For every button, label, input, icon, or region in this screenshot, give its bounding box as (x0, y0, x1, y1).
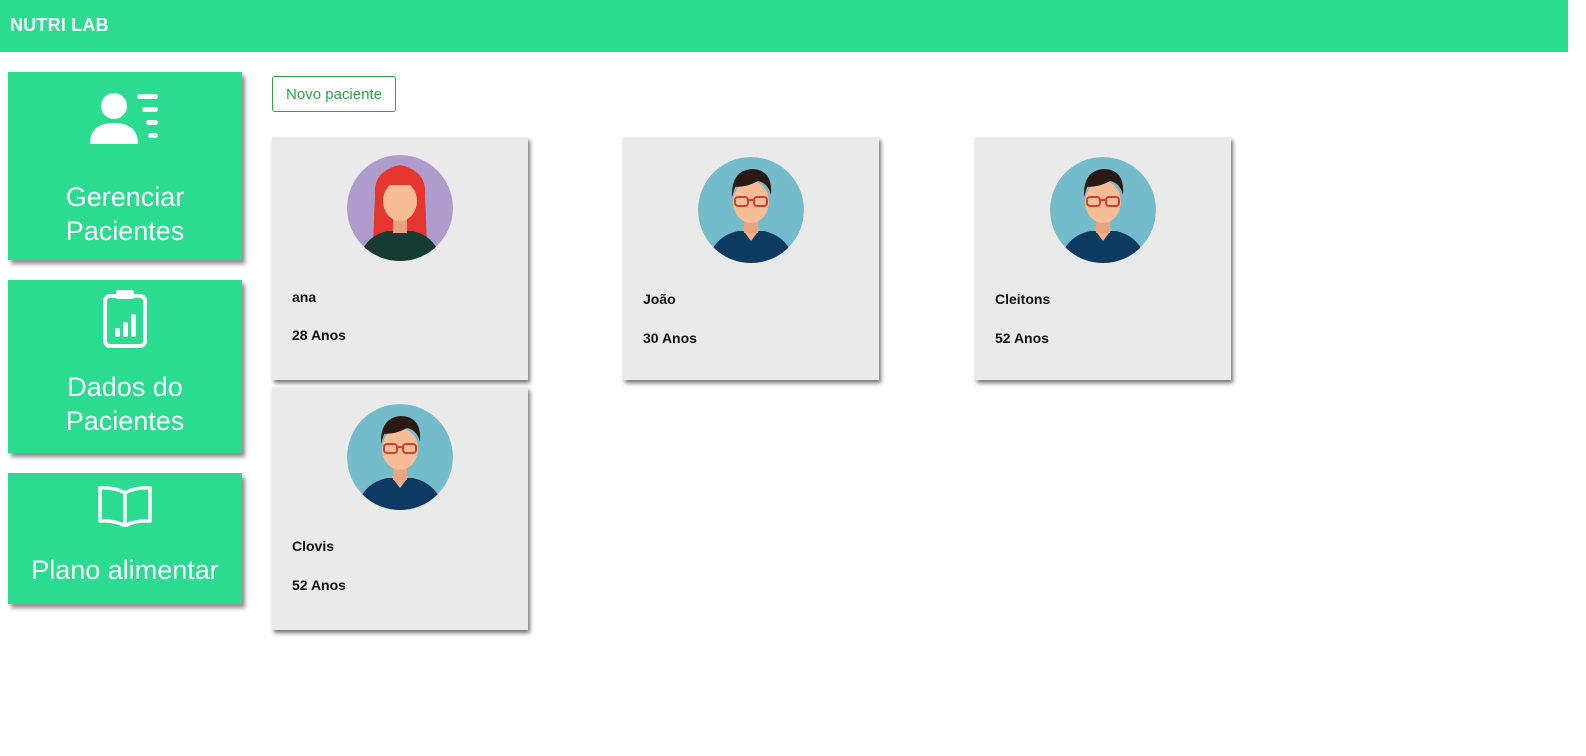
new-patient-button[interactable]: Novo paciente (272, 76, 396, 112)
patient-card[interactable]: ana 28 Anos (272, 137, 528, 380)
male-avatar-icon (347, 404, 453, 510)
brand-logo[interactable]: NUTRI LAB (10, 15, 109, 36)
patient-card[interactable]: João 30 Anos (623, 137, 879, 380)
user-list-icon (90, 93, 158, 144)
patient-age: 52 Anos (292, 577, 346, 593)
sidebar-item-label: Dados do Pacientes (65, 372, 185, 436)
patient-name: João (643, 291, 676, 307)
top-bar: NUTRI LAB (0, 0, 1568, 52)
patient-name: Cleitons (995, 291, 1051, 307)
clipboard-chart-icon (103, 290, 147, 348)
patient-age: 28 Anos (292, 327, 346, 343)
sidebar-item-meal-plan[interactable]: Plano alimentar (8, 473, 242, 604)
patient-name: ana (292, 289, 317, 305)
sidebar-item-label: Plano alimentar (31, 555, 219, 585)
open-book-icon (98, 486, 152, 527)
patient-card[interactable]: Cleitons 52 Anos (975, 137, 1231, 380)
sidebar-item-label: Gerenciar Pacientes (65, 182, 185, 246)
female-avatar-icon (347, 155, 453, 261)
male-avatar-icon (698, 157, 804, 263)
male-avatar-icon (1050, 157, 1156, 263)
sidebar-item-manage-patients[interactable]: Gerenciar Pacientes (8, 72, 242, 260)
patient-card[interactable]: Clovis 52 Anos (272, 387, 528, 630)
patient-age: 30 Anos (643, 330, 697, 346)
sidebar-item-patient-data[interactable]: Dados do Pacientes (8, 280, 242, 453)
patient-name: Clovis (292, 538, 335, 554)
patient-age: 52 Anos (995, 330, 1049, 346)
